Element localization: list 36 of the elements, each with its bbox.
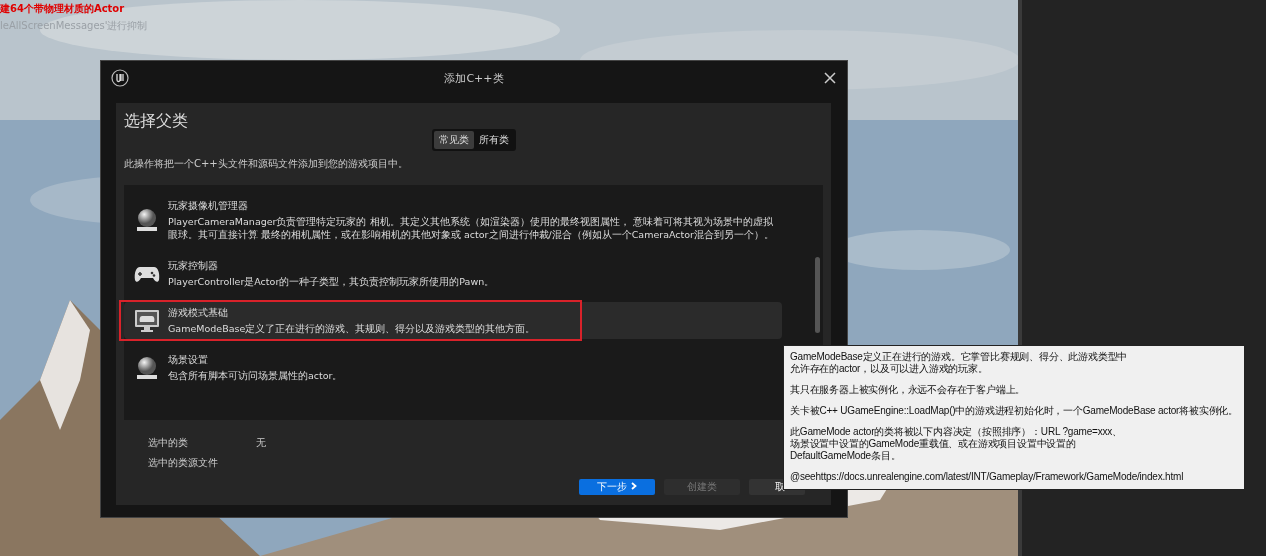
logo-icon: [111, 69, 129, 87]
chevron-icon: [630, 482, 637, 490]
description: 此操作将把一个C++头文件和源码文件添加到您的游戏项目中。: [124, 157, 409, 171]
screen-message: 建64个带物理材质的Actor: [0, 2, 126, 16]
tooltip-text: 其只在服务器上被实例化，永远不会存在于客户端上。: [790, 384, 1026, 396]
tooltip-text: 场景设置中设置的GameMode重载值、或在游戏项目设置中设置的: [790, 438, 1076, 450]
heading: 选择父类: [124, 111, 189, 131]
class-name: 场景设置: [168, 353, 209, 367]
class-description: GameModeBase定义了正在进行的游戏、其规则、得分以及游戏类型的其他方面。: [168, 322, 536, 335]
tab[interactable]: 所有类: [473, 131, 514, 149]
tooltip-text: DefaultGameMode条目。: [790, 450, 901, 462]
scrollbar[interactable]: [815, 257, 820, 333]
class-name: 玩家控制器: [168, 259, 219, 273]
close-icon[interactable]: [823, 71, 837, 85]
tooltip-text: 关卡被C++ UGameEngine::LoadMap()中的游戏进程初始化时，一个GameModeBase actor将被实例化。: [790, 405, 1239, 417]
class-item[interactable]: 场景设置 包含所有脚本可访问场景属性的actor。: [124, 349, 782, 386]
tooltip-text: 此GameMode actor的类将被以下内容决定（按照排序）：URL ?game=xxx、: [790, 426, 1122, 438]
sphere-icon: [134, 354, 160, 381]
window-title: 添加C++类: [444, 71, 504, 85]
class-name: 玩家摄像机管理器: [168, 199, 249, 213]
tab[interactable]: 常见类: [433, 131, 474, 149]
class-item[interactable]: 玩家摄像机管理器 PlayerCameraManager负责管理特定玩家的 相机。其定义其他系统（如渲染器）使用的最终视图属性， 意味着可将其视为场景中的虚拟眼球。其可直接计算 最终的相机属性，或在影响相机的其他对象或 actor之间进行仲裁/混合（例如从一个CameraActor混合到另一个）。: [124, 195, 782, 245]
class-item[interactable]: 玩家控制器 PlayerController是Actor的一种子类型，其负责控制玩家所使用的Pawn。: [124, 255, 782, 292]
field-label: 选中的类源文件: [148, 456, 218, 470]
tooltip-text: GameModeBase定义正在进行的游戏。它掌管比赛规则、得分、此游戏类型中: [790, 351, 1128, 363]
class-name: 游戏模式基础: [168, 306, 229, 320]
class-description: PlayerController是Actor的一种子类型，其负责控制玩家所使用的Pawn。: [168, 275, 495, 288]
sphere-icon: [134, 207, 160, 233]
field-label: 选中的类: [148, 436, 188, 450]
class-description: PlayerCameraManager负责管理特定玩家的 相机。其定义其他系统（如渲染器）使用的最终视图属性， 意味着可将其视为场景中的虚拟眼球。其可直接计算 最终的相机属性，或在影响相机的其他对象或 actor之间进行仲裁/混合（例如从一个CameraActor混合到另一个）。: [168, 215, 774, 241]
gamepad-icon: [134, 264, 160, 283]
monitor-icon: [134, 308, 160, 333]
tooltip-text: 允许存在的actor，以及可以进入游戏的玩家。: [790, 363, 988, 375]
field-value: 无: [256, 436, 266, 450]
dialog-button[interactable]: 下一步: [579, 479, 655, 495]
class-description: 包含所有脚本可访问场景属性的actor。: [168, 369, 343, 382]
